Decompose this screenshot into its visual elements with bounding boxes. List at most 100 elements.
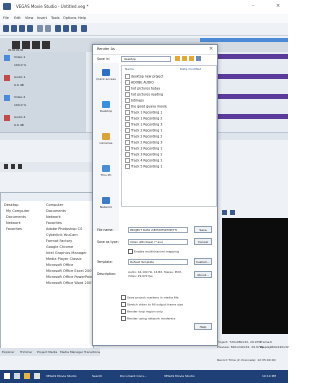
list-item[interactable]: hot pictures today	[125, 86, 160, 91]
about-button[interactable]: About...	[194, 271, 212, 278]
multichannel-checkbox[interactable]: Enable multichannel mapping	[128, 249, 179, 254]
list-item[interactable]: Media Player Classic	[46, 257, 82, 261]
list-item[interactable]: Track 2 Recording 3	[125, 140, 162, 145]
list-item[interactable]: Favorites	[46, 221, 62, 225]
view-menu-icon[interactable]	[196, 56, 201, 61]
list-item[interactable]: Track 3 Recording 1	[125, 146, 162, 151]
stretch-video-checkbox[interactable]: Stretch video to fill output frame size	[121, 302, 183, 307]
menu-tools[interactable]: Tools	[51, 16, 60, 20]
save-button[interactable]: Save	[194, 226, 212, 233]
menu-help[interactable]: Help	[78, 16, 86, 20]
list-item[interactable]: Track 2 Recording 2	[125, 134, 162, 139]
undo-icon[interactable]	[37, 25, 43, 32]
taskbar-app-document[interactable]: Document Conv...	[120, 372, 147, 381]
list-item[interactable]: Microsoft Office Word 2007	[46, 281, 93, 285]
render-icon[interactable]	[27, 25, 33, 32]
track-header[interactable]: Video 1 100.0 %	[0, 52, 86, 73]
list-item[interactable]: Cyberlink YouCam	[46, 233, 78, 237]
tab-media-manager[interactable]: Media Manager	[60, 350, 83, 354]
place-quick-access[interactable]: Quick access	[96, 69, 116, 81]
menu-options[interactable]: Options	[63, 16, 77, 20]
open-icon[interactable]	[11, 25, 17, 32]
menu-file[interactable]: File	[3, 16, 9, 20]
place-network[interactable]: Network	[96, 197, 116, 209]
loop-region-checkbox[interactable]: Render loop region only	[121, 309, 163, 314]
cancel-button[interactable]: Cancel	[194, 238, 212, 245]
tree-item[interactable]: My Computer	[6, 209, 30, 213]
list-item[interactable]: Track 1 Recording 2	[125, 116, 162, 121]
list-item[interactable]: Network	[46, 215, 61, 219]
redo-icon[interactable]	[45, 25, 51, 32]
cut-icon[interactable]	[55, 25, 61, 32]
place-this-pc[interactable]: This PC	[96, 165, 116, 177]
list-item[interactable]: Track 5 Recording 1	[125, 164, 162, 169]
list-item[interactable]: Format Factory	[46, 239, 72, 243]
close-icon[interactable]: ×	[209, 46, 213, 52]
template-select[interactable]: Default Template	[128, 259, 188, 265]
column-header-date[interactable]: Date modified	[180, 67, 201, 71]
filename-input[interactable]: PROJECT DATA 2/BIT/DESKTOP/TH	[128, 227, 188, 233]
list-item[interactable]: Track 1 Recording 1	[125, 110, 162, 115]
taskbar-app-search[interactable]: Search	[92, 372, 102, 381]
tab-project-media[interactable]: Project Media	[37, 350, 57, 354]
tree-item[interactable]: Network	[6, 221, 21, 225]
tree-item[interactable]: Favorites	[6, 227, 22, 231]
list-item[interactable]: Track 1 Recording 3	[125, 122, 162, 127]
tree-item[interactable]: Documents	[6, 215, 26, 219]
list-item[interactable]: hot pictures reading	[125, 92, 163, 97]
folder-icon[interactable]	[24, 373, 30, 379]
column-header-name[interactable]: Name	[125, 67, 134, 71]
list-item[interactable]: ADOBE AUDIO	[125, 80, 154, 85]
list-item[interactable]: Adobe Photoshop CS	[46, 227, 82, 231]
place-desktop[interactable]: Desktop	[96, 101, 116, 113]
list-item[interactable]: Documents	[46, 209, 66, 213]
list-item[interactable]: Microsoft Office Excel 2007	[46, 269, 94, 273]
menu-insert[interactable]: Insert	[37, 16, 47, 20]
store-icon[interactable]	[34, 373, 40, 379]
new-project-icon[interactable]	[3, 25, 9, 32]
track-header[interactable]: Audio 1 0.0 dB	[0, 72, 86, 93]
minimize-icon[interactable]: –	[252, 3, 255, 9]
close-icon[interactable]: ×	[276, 3, 280, 9]
taskbar-app-vegas-2[interactable]: VEGAS Movie Studio	[164, 372, 195, 381]
list-item[interactable]: Computer	[46, 203, 63, 207]
list-item[interactable]: Track 4 Recording 1	[125, 158, 162, 163]
taskbar-app-vegas[interactable]: VEGAS Movie Studio	[46, 372, 77, 381]
track-header[interactable]: Video 2 100.0 %	[0, 92, 86, 113]
list-item[interactable]: Google Chrome	[46, 245, 73, 249]
preview-quality-icon[interactable]	[230, 210, 235, 215]
tab-explorer[interactable]: Explorer	[2, 350, 15, 354]
snap-icon[interactable]	[81, 25, 87, 32]
preview-settings-icon[interactable]	[222, 210, 227, 215]
custom-button[interactable]: Custom...	[194, 258, 212, 265]
up-folder-icon[interactable]	[182, 56, 187, 61]
tab-trimmer[interactable]: Trimmer	[20, 350, 32, 354]
save-icon[interactable]	[19, 25, 25, 32]
play-icon[interactable]	[4, 164, 8, 169]
copy-icon[interactable]	[63, 25, 69, 32]
list-item[interactable]: Microsoft Office	[46, 263, 73, 267]
loop-region-bar[interactable]	[200, 38, 288, 42]
start-icon[interactable]	[4, 373, 10, 379]
list-item[interactable]: Track 2 Recording 1	[125, 128, 162, 133]
menu-view[interactable]: View	[25, 16, 33, 20]
list-item[interactable]: the good guava movie	[125, 104, 167, 109]
network-render-checkbox[interactable]: Render using network renderers	[121, 316, 175, 321]
stop-icon[interactable]	[11, 164, 15, 169]
track-header[interactable]: Audio 2 0.0 dB	[0, 112, 86, 133]
savetype-select[interactable]: Video (Windows) (*.avi)	[128, 239, 188, 245]
tree-item[interactable]: Desktop	[4, 203, 18, 207]
list-item[interactable]: Track 3 Recording 2	[125, 152, 162, 157]
tab-transitions[interactable]: Transitions	[84, 350, 100, 354]
back-icon[interactable]	[175, 56, 180, 61]
new-folder-icon[interactable]	[189, 56, 194, 61]
place-libraries[interactable]: Libraries	[96, 133, 116, 145]
search-icon[interactable]	[14, 373, 20, 379]
list-item[interactable]: bitmaps	[125, 98, 144, 103]
save-markers-checkbox[interactable]: Save project markers in media file	[121, 295, 178, 300]
save-in-select[interactable]: desktop	[121, 56, 171, 62]
menu-edit[interactable]: Edit	[14, 16, 21, 20]
list-item[interactable]: Intel Graphics Manager	[46, 251, 87, 255]
help-button[interactable]: Help	[194, 323, 212, 330]
list-item[interactable]: desktop new project	[125, 74, 163, 79]
